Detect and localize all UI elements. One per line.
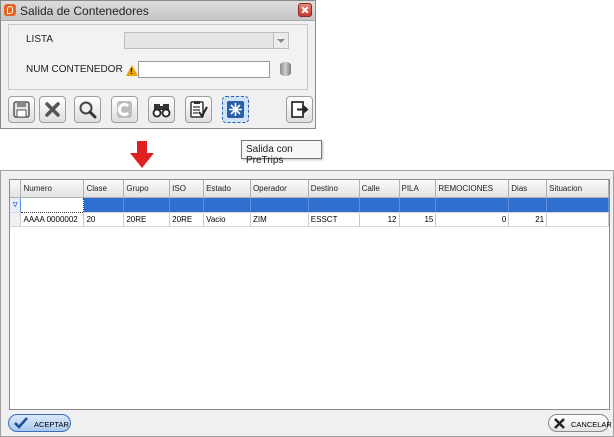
red-arrow-icon bbox=[130, 141, 154, 168]
filter-cell[interactable] bbox=[308, 197, 360, 213]
cancel-dialog-button[interactable]: CANCELAR bbox=[548, 414, 612, 432]
grid-panel: Numero Clase Grupo ISO Estado Operador D… bbox=[0, 170, 614, 437]
col-numero[interactable]: Numero bbox=[20, 180, 85, 198]
header-row: Numero Clase Grupo ISO Estado Operador D… bbox=[10, 180, 609, 198]
col-calle[interactable]: Calle bbox=[359, 180, 400, 198]
num-contenedor-label: NUM CONTENEDOR bbox=[26, 64, 123, 75]
clear-button[interactable] bbox=[111, 96, 138, 123]
filter-cell[interactable] bbox=[203, 197, 251, 213]
cell-situacion bbox=[546, 212, 609, 227]
app-icon bbox=[4, 4, 16, 16]
checklist-icon bbox=[190, 101, 208, 118]
cell-calle: 12 bbox=[359, 212, 400, 227]
pretrips-button[interactable] bbox=[222, 96, 249, 123]
cell-numero: AAAA 0000002 bbox=[20, 212, 85, 227]
cell-estado: Vacio bbox=[203, 212, 251, 227]
cell-iso: 20RE bbox=[169, 212, 205, 227]
cancel-label: CANCELAR bbox=[571, 420, 612, 429]
binoculars-icon bbox=[152, 104, 171, 118]
col-pila[interactable]: PILA bbox=[399, 180, 437, 198]
save-button[interactable] bbox=[8, 96, 35, 123]
binoculars-button[interactable] bbox=[148, 96, 175, 123]
filter-cell[interactable] bbox=[399, 197, 437, 213]
cell-dias: 21 bbox=[508, 212, 548, 227]
dialog-window: Salida de Contenedores LISTA NUM CONTENE… bbox=[0, 0, 316, 129]
lista-label: LISTA bbox=[26, 34, 54, 45]
col-remociones[interactable]: REMOCIONES bbox=[435, 180, 510, 198]
filter-row[interactable]: ∇ bbox=[10, 197, 609, 213]
cell-pila: 15 bbox=[399, 212, 437, 227]
col-estado[interactable]: Estado bbox=[203, 180, 251, 198]
filter-cell[interactable] bbox=[435, 197, 510, 213]
database-icon[interactable] bbox=[280, 62, 291, 76]
row-indicator bbox=[10, 212, 22, 227]
cancel-button[interactable] bbox=[39, 96, 66, 123]
col-situacion[interactable]: Situacion bbox=[546, 180, 609, 198]
filter-cell[interactable] bbox=[508, 197, 548, 213]
cell-clase: 20 bbox=[83, 212, 125, 227]
filter-cell[interactable] bbox=[250, 197, 309, 213]
filter-cell[interactable] bbox=[546, 197, 609, 213]
accept-label: ACEPTAR bbox=[34, 420, 69, 429]
filter-cell[interactable] bbox=[359, 197, 400, 213]
chevron-down-icon[interactable] bbox=[273, 33, 288, 48]
tooltip: Salida con PreTrips bbox=[241, 140, 322, 166]
num-contenedor-input[interactable] bbox=[138, 61, 270, 78]
col-grupo[interactable]: Grupo bbox=[123, 180, 171, 198]
filter-cell[interactable] bbox=[169, 197, 205, 213]
cancel-icon bbox=[45, 102, 60, 117]
search-icon bbox=[79, 101, 97, 119]
snowflake-icon bbox=[227, 101, 244, 118]
lista-select[interactable] bbox=[124, 32, 289, 49]
filter-icon: ∇ bbox=[10, 197, 22, 213]
save-icon bbox=[13, 101, 30, 118]
col-destino[interactable]: Destino bbox=[308, 180, 360, 198]
clear-icon bbox=[117, 101, 132, 118]
close-button[interactable] bbox=[298, 3, 312, 17]
window-title: Salida de Contenedores bbox=[20, 4, 149, 18]
checkmark-icon bbox=[14, 417, 28, 429]
accept-button[interactable]: ACEPTAR bbox=[8, 414, 71, 432]
cell-operador: ZIM bbox=[250, 212, 309, 227]
table-row[interactable]: AAAA 0000002 20 20RE 20RE Vacio ZIM ESSC… bbox=[10, 212, 609, 227]
col-iso[interactable]: ISO bbox=[169, 180, 205, 198]
search-button[interactable] bbox=[74, 96, 101, 123]
header-indicator bbox=[10, 180, 22, 198]
col-clase[interactable]: Clase bbox=[83, 180, 125, 198]
close-icon bbox=[554, 418, 565, 429]
filter-cell[interactable] bbox=[123, 197, 171, 213]
containers-grid[interactable]: Numero Clase Grupo ISO Estado Operador D… bbox=[9, 179, 610, 410]
checklist-button[interactable] bbox=[185, 96, 212, 123]
toolbar bbox=[8, 96, 313, 124]
filter-cell-numero[interactable] bbox=[20, 197, 85, 213]
col-operador[interactable]: Operador bbox=[250, 180, 309, 198]
form-panel: LISTA NUM CONTENEDOR ! bbox=[8, 24, 308, 90]
cell-remociones: 0 bbox=[435, 212, 510, 227]
col-dias[interactable]: Dias bbox=[508, 180, 548, 198]
exit-button[interactable] bbox=[286, 96, 313, 123]
cell-destino: ESSCT bbox=[308, 212, 360, 227]
exit-icon bbox=[291, 101, 309, 118]
filter-cell[interactable] bbox=[83, 197, 125, 213]
cell-grupo: 20RE bbox=[123, 212, 171, 227]
containers-table: Numero Clase Grupo ISO Estado Operador D… bbox=[10, 180, 609, 227]
title-bar[interactable]: Salida de Contenedores bbox=[1, 1, 315, 21]
